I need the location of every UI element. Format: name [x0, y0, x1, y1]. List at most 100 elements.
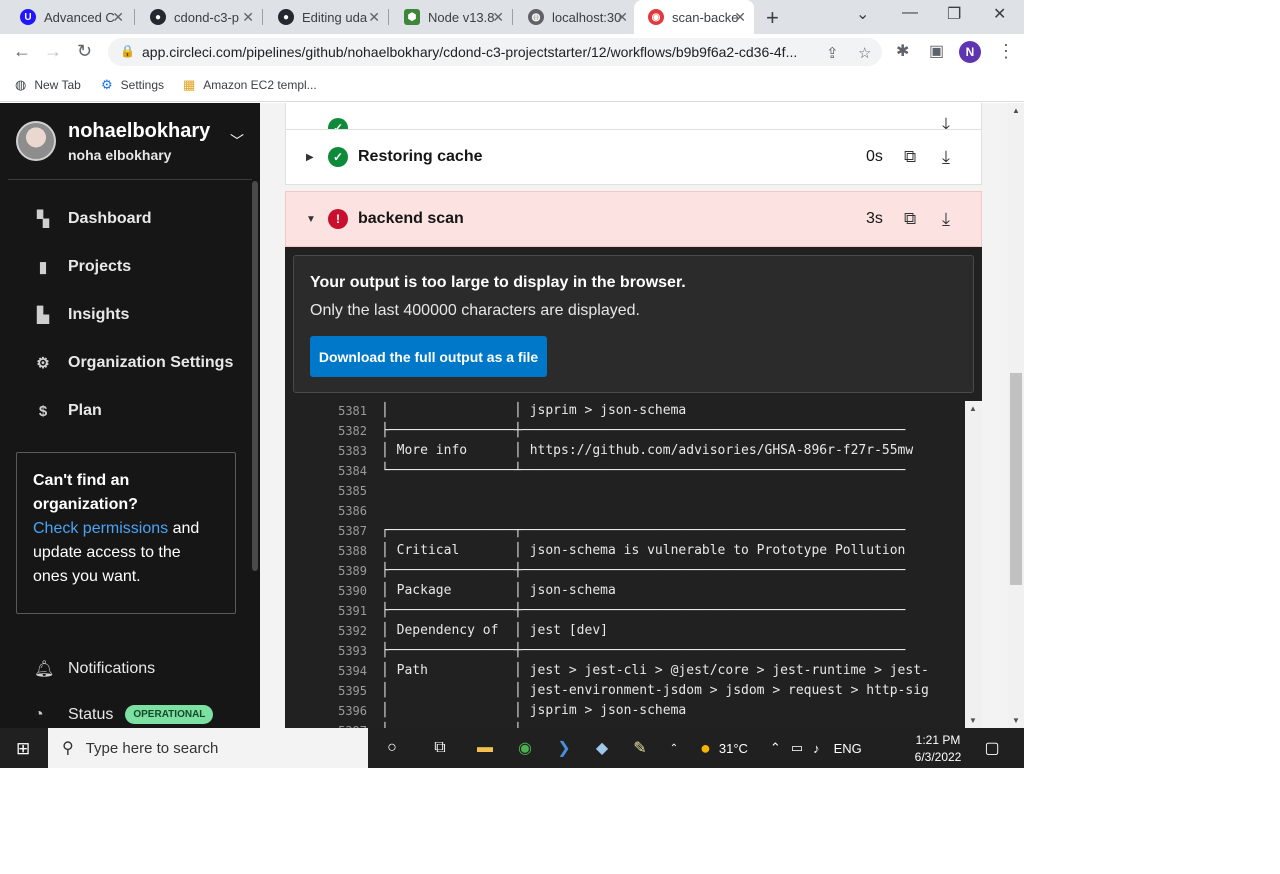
sidebar-item-plan[interactable]: $ Plan [34, 399, 102, 423]
new-tab-button[interactable]: + [766, 5, 779, 31]
tab-search-icon[interactable]: ⌄ [856, 4, 869, 24]
status-badge: OPERATIONAL [125, 705, 214, 724]
log-scrollbar[interactable]: ▲ ▼ [965, 401, 982, 728]
line-number: 5395 [338, 684, 367, 698]
browser-tab-active[interactable]: ◉ scan-backe ✕ [634, 0, 754, 34]
browser-tab[interactable]: U Advanced C ✕ [6, 0, 132, 34]
avatar [16, 121, 56, 161]
scroll-up-icon[interactable]: ▲ [969, 404, 977, 413]
language-indicator[interactable]: ENG [834, 741, 862, 756]
task-view-icon[interactable]: ⧉ [428, 736, 452, 760]
node-icon: ⬢ [404, 9, 420, 25]
bookmark-item[interactable]: ◍ New Tab [15, 77, 81, 93]
close-icon[interactable]: ✕ [492, 9, 504, 26]
back-icon[interactable]: ← [13, 41, 31, 62]
scroll-down-icon[interactable]: ▼ [969, 716, 977, 725]
close-icon[interactable]: ✕ [734, 9, 746, 26]
browser-tab[interactable]: ⬢ Node v13.8 ✕ [390, 0, 512, 34]
log-line: 5393 ├────────────────┼──────────────────… [285, 641, 965, 661]
scroll-up-icon[interactable]: ▲ [1012, 106, 1020, 115]
chrome-icon[interactable]: ◉ [513, 736, 537, 760]
overflow-icon[interactable]: ⌃ [662, 736, 686, 760]
line-text: │ │ jsprim > json-schema [381, 403, 687, 418]
sidebar-item-projects[interactable]: ▮ Projects [34, 255, 131, 279]
caret-right-icon[interactable]: ▶ [306, 152, 314, 163]
log-output[interactable]: 5381 │ │ jsprim > json-schema 5382 ├───────… [285, 401, 965, 728]
share-icon[interactable]: ⇪ [826, 44, 839, 62]
sidebar-scrollbar[interactable] [252, 181, 258, 571]
page-scrollbar[interactable]: ▲ ▼ [1008, 103, 1024, 728]
star-icon[interactable]: ☆ [858, 44, 871, 62]
github-icon: ● [278, 9, 294, 25]
close-icon[interactable]: ✕ [242, 9, 254, 26]
globe-icon: ◍ [15, 77, 27, 92]
line-text: └────────────────┴──────────────────────… [381, 463, 906, 478]
close-icon[interactable]: ✕ [112, 9, 124, 26]
step-row[interactable]: ▶ ✓ Restoring cache 0s ⧉ ⤓ [285, 129, 982, 185]
lock-icon[interactable]: 🔒 [120, 44, 135, 58]
open-external-icon[interactable]: ⧉ [904, 147, 916, 167]
extensions-icon[interactable]: ✱ [896, 41, 909, 61]
reload-icon[interactable]: ↻ [77, 41, 92, 62]
step-row-failed[interactable]: ▼ ! backend scan 3s ⧉ ⤓ [285, 191, 982, 247]
line-number: 5386 [338, 504, 367, 518]
download-icon[interactable]: ⤓ [942, 147, 950, 168]
network-icon[interactable]: ▭ [791, 740, 803, 756]
log-line: 5392 │ Dependency of │ jest [dev] [285, 621, 965, 641]
line-text: ├────────────────┼──────────────────────… [381, 721, 905, 728]
success-icon: ✓ [328, 147, 348, 167]
caret-down-icon[interactable]: ▼ [306, 214, 316, 225]
menu-icon[interactable]: ⋮ [997, 41, 1015, 62]
line-number: 5382 [338, 424, 367, 438]
cortana-icon[interactable]: ○ [380, 736, 404, 760]
browser-tab[interactable]: ● cdond-c3-p ✕ [136, 0, 262, 34]
sidebar-item-insights[interactable]: ▙ Insights [34, 303, 129, 327]
bookmark-item[interactable]: ⚙ Settings [101, 77, 164, 93]
paint-icon[interactable]: ✎ [628, 736, 652, 760]
forward-icon[interactable]: → [44, 41, 62, 62]
profile-avatar[interactable]: N [959, 41, 981, 63]
globe-icon: ◍ [528, 9, 544, 25]
step-duration: 3s [866, 210, 883, 227]
powershell-icon[interactable]: ❯ [552, 736, 576, 760]
download-icon[interactable]: ⤓ [942, 209, 950, 230]
taskbar-search[interactable]: ⚲ Type here to search [48, 728, 368, 768]
log-line: 5396 │ │ jsprim > json-schema [285, 701, 965, 721]
org-help-box: Can't find an organization? Check permis… [16, 452, 236, 614]
close-icon[interactable]: ✕ [616, 9, 628, 26]
browser-tab[interactable]: ● Editing uda ✕ [264, 0, 388, 34]
scrollbar-thumb[interactable] [1010, 373, 1022, 585]
line-text: │ More info │ https://github.com/advisor… [381, 443, 914, 458]
bookmark-item[interactable]: ▦ Amazon EC2 templ... [183, 77, 317, 93]
sidebar-item-dashboard[interactable]: ▚ Dashboard [34, 207, 151, 231]
volume-icon[interactable]: ♪ [813, 741, 820, 756]
weather-icon: ● [700, 737, 711, 758]
chevron-up-icon[interactable]: ⌃ [770, 740, 781, 756]
user-switcher[interactable]: nohaelbokhary noha elbokhary ﹀ [16, 120, 256, 181]
restore-icon[interactable]: ❐ [947, 4, 961, 24]
address-bar[interactable]: 🔒 app.circleci.com/pipelines/github/noha… [108, 38, 882, 66]
windows-start-icon[interactable]: ⊞ [16, 739, 30, 759]
screen: U Advanced C ✕ ● cdond-c3-p ✕ ● Editing … [0, 0, 1024, 768]
minimize-icon[interactable]: — [902, 4, 918, 22]
check-permissions-link[interactable]: Check permissions [33, 520, 168, 537]
clock[interactable]: 1:21 PM 6/3/2022 [910, 732, 966, 766]
file-explorer-icon[interactable]: ▬ [473, 736, 497, 760]
action-center-icon[interactable]: ▢ [980, 736, 1004, 760]
status-item[interactable]: ◔ Status OPERATIONAL [34, 705, 214, 724]
close-icon[interactable]: ✕ [368, 9, 380, 26]
download-full-output-button[interactable]: Download the full output as a file [310, 336, 547, 377]
url-text[interactable]: app.circleci.com/pipelines/github/nohael… [142, 44, 812, 60]
line-text: │ Dependency of │ jest [dev] [381, 623, 608, 638]
scroll-down-icon[interactable]: ▼ [1012, 716, 1020, 725]
app-icon[interactable]: ◆ [590, 736, 614, 760]
weather-temp[interactable]: 31°C [719, 741, 748, 756]
side-panel-icon[interactable]: ▣ [929, 41, 944, 61]
browser-tab[interactable]: ◍ localhost:30 ✕ [514, 0, 636, 34]
sidebar-item-organization-settings[interactable]: ⚙ Organization Settings [34, 351, 233, 375]
notifications-item[interactable]: 🔔︎ Notifications [34, 659, 155, 679]
sidebar-item-label: Organization Settings [68, 354, 234, 371]
close-window-icon[interactable]: ✕ [993, 4, 1006, 24]
open-external-icon[interactable]: ⧉ [904, 209, 916, 229]
chevron-down-icon[interactable]: ﹀ [230, 131, 244, 151]
